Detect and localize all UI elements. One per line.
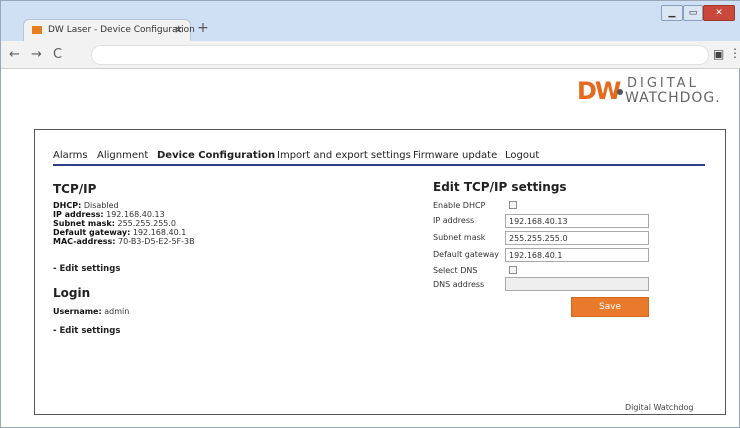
login-edit-link[interactable]: - Edit settings <box>53 326 120 336</box>
dhcp-row: DHCP: Disabled <box>53 201 119 210</box>
save-button[interactable]: Save <box>571 297 649 317</box>
nav-logout[interactable]: Logout <box>505 150 539 161</box>
nav-firmware-update[interactable]: Firmware update <box>413 150 497 161</box>
login-heading: Login <box>53 286 91 300</box>
nav-device-configuration[interactable]: Device Configuration <box>157 150 275 161</box>
back-icon[interactable]: ← <box>9 47 20 62</box>
tab-strip: DW Laser - Device Configuration × + ▁ ▭ … <box>1 1 740 41</box>
logo-line1: DIGITAL <box>627 76 699 91</box>
enable-dhcp-label: Enable DHCP <box>433 201 486 210</box>
logo-line2: WATCHDOG. <box>625 90 721 106</box>
subnet-mask-label: Subnet mask <box>433 233 486 242</box>
tab-close-icon[interactable]: × <box>174 23 183 36</box>
dns-address-label: DNS address <box>433 280 485 289</box>
tcpip-edit-link[interactable]: - Edit settings <box>53 264 120 274</box>
extension-icon[interactable]: ▣ <box>713 47 724 61</box>
address-input[interactable] <box>91 45 709 65</box>
mac-row: MAC-address: 70-B3-D5-E2-5F-3B <box>53 237 195 246</box>
browser-menu-icon[interactable]: ⋮ <box>729 46 740 60</box>
ip-address-label: IP address <box>433 216 475 225</box>
main-nav: Alarms Alignment Device Configuration Im… <box>53 148 705 166</box>
nav-import-export[interactable]: Import and export settings <box>277 150 411 161</box>
mask-row: Subnet mask: 255.255.255.0 <box>53 219 177 228</box>
nav-alarms[interactable]: Alarms <box>53 150 88 161</box>
dns-address-input[interactable] <box>505 277 649 291</box>
minimize-button[interactable]: ▁ <box>661 5 683 21</box>
footer-text: Digital Watchdog <box>625 403 694 412</box>
subnet-mask-input[interactable] <box>505 231 649 245</box>
close-window-button[interactable]: ✕ <box>703 5 735 21</box>
favicon-icon <box>32 26 42 34</box>
default-gateway-input[interactable] <box>505 248 649 262</box>
reload-icon[interactable]: C <box>53 47 62 62</box>
forward-icon[interactable]: → <box>31 47 42 62</box>
maximize-button[interactable]: ▭ <box>683 5 703 21</box>
browser-window: DW Laser - Device Configuration × + ▁ ▭ … <box>0 0 740 428</box>
tab-title: DW Laser - Device Configuration <box>48 25 195 35</box>
tcpip-heading: TCP/IP <box>53 182 97 196</box>
content-panel: Alarms Alignment Device Configuration Im… <box>34 129 726 415</box>
select-dns-checkbox[interactable] <box>509 266 517 274</box>
new-tab-button[interactable]: + <box>193 19 213 37</box>
select-dns-label: Select DNS <box>433 266 478 275</box>
enable-dhcp-checkbox[interactable] <box>509 201 517 209</box>
browser-tab[interactable]: DW Laser - Device Configuration × <box>23 19 195 41</box>
logo-mark: DW <box>577 77 621 105</box>
username-row: Username: admin <box>53 307 130 316</box>
ip-row: IP address: 192.168.40.13 <box>53 210 165 219</box>
gateway-row: Default gateway: 192.168.40.1 <box>53 228 187 237</box>
edit-tcpip-heading: Edit TCP/IP settings <box>433 180 567 194</box>
digital-watchdog-logo: DW DIGITAL WATCHDOG. <box>577 75 720 115</box>
logo-dot <box>617 89 623 95</box>
ip-address-input[interactable] <box>505 214 649 228</box>
address-bar-row: ← → C ▣ ⋮ <box>1 41 740 69</box>
default-gateway-label: Default gateway <box>433 250 499 259</box>
nav-alignment[interactable]: Alignment <box>97 150 148 161</box>
